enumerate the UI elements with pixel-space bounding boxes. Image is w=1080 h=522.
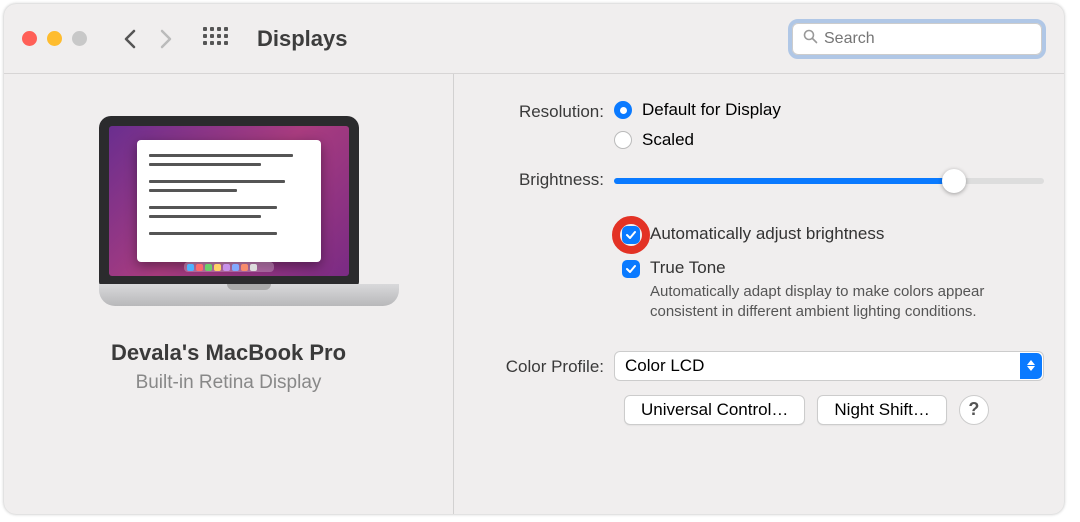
display-preview-pane: Devala's MacBook Pro Built-in Retina Dis… [4,74,454,514]
true-tone-description: Automatically adapt display to make colo… [650,282,1044,323]
search-box[interactable] [792,23,1042,55]
brightness-label: Brightness: [472,168,614,190]
help-icon: ? [968,399,979,420]
help-button[interactable]: ? [959,395,989,425]
laptop-illustration [99,116,359,306]
settings-pane: Resolution: Default for Display Scaled [454,74,1064,514]
close-window-button[interactable] [22,31,37,46]
device-type: Built-in Retina Display [136,372,322,394]
resolution-scaled-option[interactable]: Scaled [614,130,1044,150]
button-label: Universal Control… [641,400,788,420]
radio-label: Default for Display [642,100,781,120]
night-shift-button[interactable]: Night Shift… [817,395,946,425]
checkmark-icon [625,229,637,241]
true-tone-label: True Tone [650,258,1044,278]
resolution-label: Resolution: [472,100,614,122]
zoom-window-button[interactable] [72,31,87,46]
show-all-icon[interactable] [203,27,227,51]
content: Devala's MacBook Pro Built-in Retina Dis… [4,74,1064,514]
brightness-slider[interactable] [614,178,1044,184]
select-arrows-icon [1020,353,1042,379]
radio-unchecked-icon [614,131,632,149]
radio-label: Scaled [642,130,694,150]
slider-knob-icon[interactable] [942,169,966,193]
back-button[interactable] [117,24,143,54]
device-name: Devala's MacBook Pro [111,340,346,366]
auto-brightness-checkbox[interactable] [622,226,640,244]
true-tone-checkbox[interactable] [622,260,640,278]
color-profile-label: Color Profile: [472,355,614,377]
universal-control-button[interactable]: Universal Control… [624,395,805,425]
search-focus-ring [788,19,1046,59]
resolution-default-option[interactable]: Default for Display [614,100,1044,120]
preferences-window: Displays [4,4,1064,514]
chevron-left-icon [123,29,137,49]
toolbar: Displays [4,4,1064,74]
chevron-right-icon [159,29,173,49]
checkmark-icon [625,263,637,275]
forward-button[interactable] [153,24,179,54]
color-profile-select[interactable]: Color LCD [614,351,1044,381]
radio-checked-icon [614,101,632,119]
minimize-window-button[interactable] [47,31,62,46]
auto-brightness-label: Automatically adjust brightness [650,224,884,244]
search-input[interactable] [824,30,1031,48]
window-title: Displays [257,26,348,52]
search-icon [803,29,818,49]
button-label: Night Shift… [834,400,929,420]
select-value: Color LCD [625,356,704,376]
traffic-lights [22,31,87,46]
